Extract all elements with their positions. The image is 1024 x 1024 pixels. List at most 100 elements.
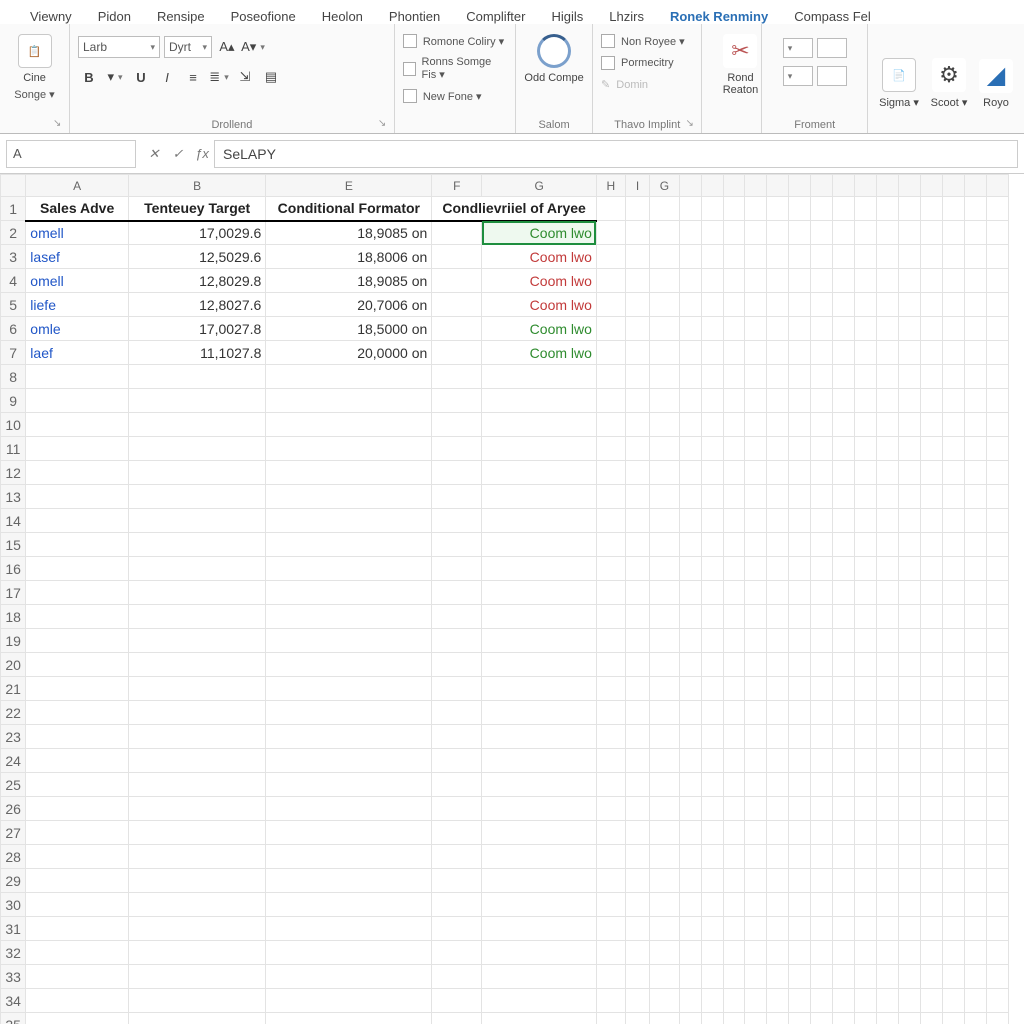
accept-icon[interactable]: ✓ [166,146,190,162]
cell[interactable] [432,797,482,821]
cell[interactable] [432,893,482,917]
cell[interactable] [855,965,877,989]
cell[interactable] [855,749,877,773]
row-header[interactable]: 17 [1,581,26,605]
cell[interactable] [650,269,679,293]
tab-viewny[interactable]: Viewny [30,9,72,24]
cell[interactable] [921,341,943,365]
cell[interactable] [625,317,650,341]
cell[interactable] [482,893,597,917]
cell[interactable] [745,917,767,941]
cell[interactable] [899,461,921,485]
col-header[interactable]: G [482,175,597,197]
cell[interactable] [432,245,482,269]
row-header[interactable]: 6 [1,317,26,341]
cell[interactable] [723,389,745,413]
cell[interactable] [650,581,679,605]
cell[interactable] [723,221,745,245]
cell[interactable] [596,605,625,629]
cell[interactable] [650,893,679,917]
row-header[interactable]: 12 [1,461,26,485]
cell[interactable] [650,413,679,437]
cell[interactable] [625,797,650,821]
row-header[interactable]: 13 [1,485,26,509]
cell[interactable] [679,221,701,245]
cell[interactable] [855,725,877,749]
cell[interactable] [625,917,650,941]
bold-icon[interactable]: B [78,66,100,88]
cell[interactable] [129,965,266,989]
cell[interactable] [921,893,943,917]
tab-pidon[interactable]: Pidon [98,9,131,24]
cell[interactable] [482,605,597,629]
cell[interactable] [26,701,129,725]
cell[interactable] [650,221,679,245]
cell[interactable] [723,653,745,677]
cell[interactable] [965,461,987,485]
cell[interactable] [899,413,921,437]
cell[interactable] [899,893,921,917]
cell[interactable] [943,221,965,245]
cell[interactable] [596,389,625,413]
cell[interactable] [596,341,625,365]
cell[interactable] [723,317,745,341]
cell[interactable] [899,389,921,413]
cell[interactable] [833,869,855,893]
cell[interactable] [723,605,745,629]
cell[interactable] [877,1013,899,1024]
cell[interactable] [789,293,811,317]
cell[interactable] [625,293,650,317]
cell[interactable] [767,605,789,629]
cell[interactable] [789,437,811,461]
cell[interactable] [899,581,921,605]
cell[interactable] [625,701,650,725]
cell[interactable] [129,869,266,893]
cell[interactable] [877,533,899,557]
cell[interactable] [921,581,943,605]
cell[interactable] [855,653,877,677]
cell[interactable] [943,341,965,365]
cell[interactable] [833,341,855,365]
cell[interactable] [833,557,855,581]
cell[interactable] [650,485,679,509]
cell[interactable] [811,293,833,317]
cell[interactable] [745,413,767,437]
cell[interactable] [789,413,811,437]
cell[interactable] [789,461,811,485]
cell[interactable] [129,629,266,653]
row-header[interactable]: 20 [1,653,26,677]
cell[interactable] [767,389,789,413]
cell[interactable] [965,845,987,869]
cell[interactable] [432,533,482,557]
cell[interactable] [811,941,833,965]
cell[interactable] [596,557,625,581]
cell[interactable] [877,701,899,725]
cell[interactable] [789,629,811,653]
cell[interactable] [596,917,625,941]
cell[interactable] [789,365,811,389]
cell[interactable] [745,269,767,293]
cell[interactable] [833,221,855,245]
cell[interactable] [811,797,833,821]
cell[interactable] [921,701,943,725]
header-conditional-formator[interactable]: Conditional Formator [266,197,432,221]
cond-opt-3[interactable]: New Fone ▾ [403,89,482,103]
cell[interactable] [679,485,701,509]
cell[interactable] [986,509,1008,533]
cell[interactable] [899,917,921,941]
cell[interactable] [833,653,855,677]
cell[interactable] [833,797,855,821]
cell[interactable] [877,437,899,461]
cell[interactable] [986,365,1008,389]
cell[interactable] [921,725,943,749]
cell[interactable] [833,197,855,221]
cell[interactable] [650,461,679,485]
cell[interactable] [811,821,833,845]
cell[interactable] [855,533,877,557]
cell[interactable] [723,557,745,581]
cell[interactable] [26,749,129,773]
cell[interactable] [596,749,625,773]
cell[interactable] [650,773,679,797]
cell[interactable] [877,773,899,797]
cell[interactable] [877,869,899,893]
